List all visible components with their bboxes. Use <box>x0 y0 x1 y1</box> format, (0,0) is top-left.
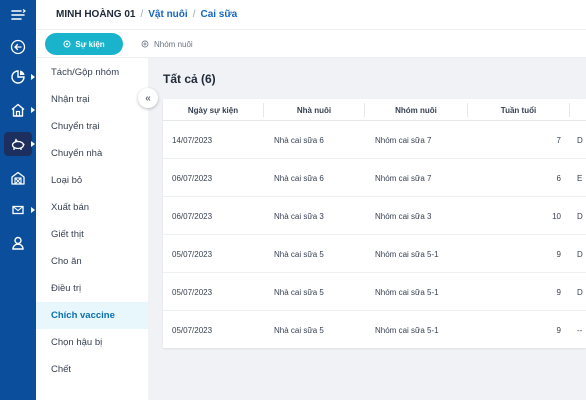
cell-group: Nhóm cai sữa 5-1 <box>375 287 439 297</box>
cell-group: Nhóm cai sữa 7 <box>375 135 432 145</box>
cell-house: Nhà cai sữa 3 <box>274 211 324 221</box>
barn-icon[interactable] <box>0 165 36 191</box>
menu-item[interactable]: Loại bỏ <box>36 167 148 194</box>
cell-week: 6 <box>556 173 561 183</box>
cell-group: Nhóm cai sữa 3 <box>375 211 432 221</box>
menu-item[interactable]: Cho ăn <box>36 248 148 275</box>
cell-date: 06/07/2023 <box>172 211 213 221</box>
cell-week: 9 <box>556 325 561 335</box>
table-row[interactable]: 14/07/2023 Nhà cai sữa 6 Nhóm cai sữa 7 7 D <box>163 121 586 159</box>
cell-date: 05/07/2023 <box>172 249 213 259</box>
cell-date: 14/07/2023 <box>172 135 213 145</box>
cell-extra: E <box>577 173 583 183</box>
tab-group-label: Nhóm nuôi <box>154 39 193 49</box>
menu-item[interactable]: Tách/Gộp nhóm <box>36 59 148 86</box>
breadcrumb-section[interactable]: Vật nuôi <box>148 9 187 20</box>
column-divider <box>569 103 570 117</box>
column-header-date[interactable]: Ngày sự kiện <box>163 99 263 121</box>
cell-week: 7 <box>556 135 561 145</box>
cell-extra: D <box>577 211 583 221</box>
collapse-menu-button[interactable]: « <box>138 88 158 108</box>
expand-arrow-icon <box>31 74 35 80</box>
cell-group: Nhóm cai sữa 7 <box>375 173 432 183</box>
tab-event-label: Sự kiện <box>75 39 105 49</box>
cell-house: Nhà cai sữa 6 <box>274 173 324 183</box>
menu-item[interactable]: Xuất bán <box>36 194 148 221</box>
cell-week: 9 <box>556 287 561 297</box>
breadcrumb-page[interactable]: Cai sữa <box>200 9 237 20</box>
column-header-week[interactable]: Tuần tuổi <box>468 99 569 121</box>
menu-item[interactable]: Chết <box>36 356 148 383</box>
cell-extra: D <box>577 287 583 297</box>
back-arrow-icon[interactable] <box>0 34 36 60</box>
table-row[interactable]: 06/07/2023 Nhà cai sữa 3 Nhóm cai sữa 3 10 D <box>163 197 586 235</box>
cell-group: Nhóm cai sữa 5-1 <box>375 249 439 259</box>
expand-arrow-icon <box>31 141 35 147</box>
cell-house: Nhà cai sữa 5 <box>274 287 324 297</box>
menu-item[interactable]: Chuyển nhà <box>36 140 148 167</box>
menu-item[interactable]: Chuyển trại <box>36 113 148 140</box>
table-row[interactable]: 05/07/2023 Nhà cai sữa 5 Nhóm cai sữa 5-1 9… <box>163 235 586 273</box>
tab-group[interactable]: Nhóm nuôi <box>141 33 193 55</box>
cell-date: 05/07/2023 <box>172 325 213 335</box>
cell-extra: D <box>577 249 583 259</box>
table-row[interactable]: 05/07/2023 Nhà cai sữa 5 Nhóm cai sữa 5-1 9… <box>163 273 586 311</box>
breadcrumb-separator: / <box>192 9 196 20</box>
page-title: Tất cả (6) <box>163 72 216 86</box>
expand-arrow-icon <box>31 207 35 213</box>
menu-item[interactable]: Chọn hậu bị <box>36 329 148 356</box>
cell-date: 06/07/2023 <box>172 173 213 183</box>
table-row[interactable]: 05/07/2023 Nhà cai sữa 5 Nhóm cai sữa 5-1 9… <box>163 311 586 348</box>
event-type-menu: Tách/Gộp nhóm Nhận trại Chuyển trại Chuyển … <box>36 58 148 400</box>
event-icon <box>63 40 71 48</box>
menu-item[interactable]: Điều trị <box>36 275 148 302</box>
menu-toggle-icon[interactable] <box>0 2 36 28</box>
cell-group: Nhóm cai sữa 5-1 <box>375 325 439 335</box>
cell-extra: -- <box>577 325 583 335</box>
table-row[interactable]: 06/07/2023 Nhà cai sữa 6 Nhóm cai sữa 7 6 E <box>163 159 586 197</box>
group-icon <box>141 40 149 48</box>
cell-week: 9 <box>556 249 561 259</box>
icon-rail <box>0 0 36 400</box>
tab-event[interactable]: Sự kiện <box>45 33 123 55</box>
cell-week: 10 <box>552 211 561 221</box>
cell-house: Nhà cai sữa 5 <box>274 325 324 335</box>
cell-house: Nhà cai sữa 6 <box>274 135 324 145</box>
column-header-group[interactable]: Nhóm nuôi <box>365 99 467 121</box>
events-table: Ngày sự kiện Nhà nuôi Nhóm nuôi Tuần tuổ… <box>163 99 586 348</box>
breadcrumb: MINH HOÀNG 01 / Vật nuôi / Cai sữa <box>36 0 586 30</box>
cell-house: Nhà cai sữa 5 <box>274 249 324 259</box>
pig-icon[interactable] <box>4 132 32 156</box>
table-header: Ngày sự kiện Nhà nuôi Nhóm nuôi Tuần tuổ… <box>163 99 586 121</box>
column-header-house[interactable]: Nhà nuôi <box>264 99 364 121</box>
cell-date: 05/07/2023 <box>172 287 213 297</box>
menu-item[interactable]: Chích vaccine <box>36 302 148 329</box>
tab-bar: Sự kiện Nhóm nuôi <box>36 30 586 58</box>
menu-item[interactable]: Nhận trại <box>36 86 148 113</box>
user-icon[interactable] <box>0 230 36 256</box>
cell-extra: D <box>577 135 583 145</box>
breadcrumb-separator: / <box>140 9 144 20</box>
breadcrumb-farm[interactable]: MINH HOÀNG 01 <box>56 9 135 20</box>
menu-item[interactable]: Giết thịt <box>36 221 148 248</box>
expand-arrow-icon <box>31 107 35 113</box>
